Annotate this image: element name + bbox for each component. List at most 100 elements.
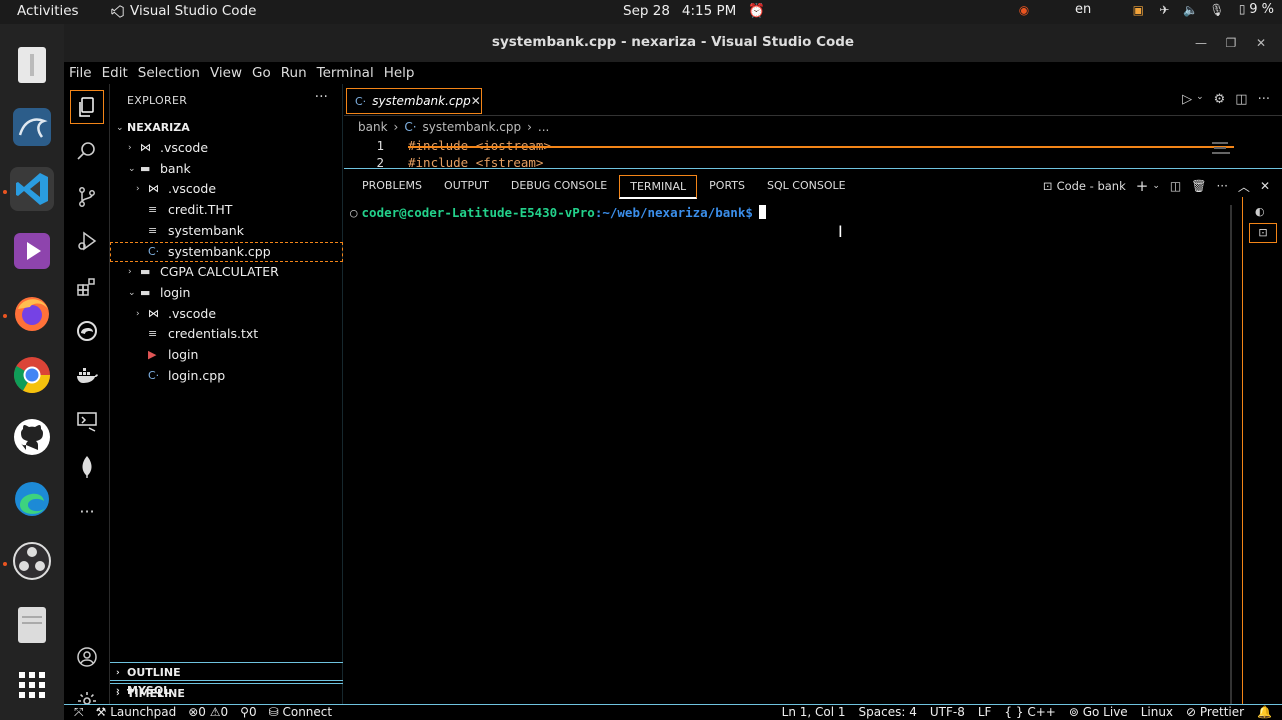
tree-item[interactable]: ▶ login bbox=[110, 345, 343, 365]
keyboard-language[interactable]: en bbox=[1075, 2, 1091, 17]
minimize-button[interactable]: — bbox=[1190, 32, 1212, 54]
app-menu[interactable]: Visual Studio Code bbox=[111, 3, 256, 19]
explorer-icon[interactable] bbox=[70, 90, 104, 124]
launchpad-item[interactable]: ⚒ Launchpad bbox=[96, 705, 177, 720]
screen-record-icon[interactable]: ▣ bbox=[1131, 3, 1145, 17]
extensions-icon[interactable] bbox=[70, 270, 104, 304]
dock-vscode[interactable] bbox=[10, 167, 54, 211]
editor-tab-systembank[interactable]: C· systembank.cpp ✕ bbox=[346, 88, 482, 114]
split-editor-icon[interactable]: ◫ bbox=[1235, 92, 1247, 107]
tree-item[interactable]: ≡ credentials.txt bbox=[110, 324, 343, 344]
dock-video-player[interactable] bbox=[10, 229, 54, 273]
settings-gear-icon[interactable]: ⚙ bbox=[1214, 92, 1226, 107]
tree-item[interactable]: ⌄ ▬ login bbox=[110, 283, 343, 303]
battery-indicator[interactable]: ▯ 9 % bbox=[1235, 2, 1274, 17]
bell-icon[interactable]: ◐ bbox=[1255, 205, 1265, 218]
edge-devtools-icon[interactable] bbox=[70, 314, 104, 348]
terminal-scrollbar[interactable] bbox=[1230, 205, 1232, 705]
indentation[interactable]: Spaces: 4 bbox=[859, 705, 917, 719]
dock-github-desktop[interactable] bbox=[10, 415, 54, 459]
show-applications-button[interactable] bbox=[10, 663, 54, 707]
tree-item[interactable]: › ⋈ .vscode bbox=[110, 304, 343, 324]
cursor-position[interactable]: Ln 1, Col 1 bbox=[782, 705, 846, 719]
more-views-icon[interactable]: ··· bbox=[70, 494, 104, 528]
menu-terminal[interactable]: Terminal bbox=[317, 62, 379, 84]
close-panel-icon[interactable]: ✕ bbox=[1260, 179, 1270, 193]
code-editor[interactable]: 1 #include <iostream> 2 #include <fstrea… bbox=[344, 138, 1254, 168]
breadcrumb-folder[interactable]: bank bbox=[358, 120, 388, 134]
dock-files[interactable] bbox=[10, 603, 54, 647]
ubuntu-indicator-icon[interactable]: ◉ bbox=[1017, 3, 1031, 17]
maximize-panel-icon[interactable]: ︿ bbox=[1238, 178, 1250, 195]
menu-view[interactable]: View bbox=[210, 62, 247, 84]
tree-item[interactable]: ⌄ ▬ bank bbox=[110, 159, 343, 179]
tree-item[interactable]: C· login.cpp bbox=[110, 366, 343, 386]
dock-edge[interactable] bbox=[10, 477, 54, 521]
accounts-icon[interactable] bbox=[70, 640, 104, 674]
more-actions-icon[interactable]: ··· bbox=[1216, 179, 1227, 193]
terminal-selector[interactable]: ⊡ Code - bank bbox=[1043, 179, 1126, 193]
dock-obs-studio[interactable] bbox=[10, 539, 54, 583]
terminal-output[interactable]: ○ coder@coder-Latitude-E5430-vPro:~/web/n… bbox=[350, 205, 766, 220]
tree-item[interactable]: › ⋈ .vscode bbox=[110, 138, 343, 158]
notifications-bell-icon[interactable]: 🔔 bbox=[1257, 705, 1272, 719]
mongodb-icon[interactable] bbox=[70, 450, 104, 484]
dock-mysql-workbench[interactable] bbox=[10, 105, 54, 149]
menu-go[interactable]: Go bbox=[252, 62, 276, 84]
encoding[interactable]: UTF-8 bbox=[930, 705, 965, 719]
kill-terminal-icon[interactable]: 🗑 bbox=[1191, 179, 1206, 193]
more-actions-icon[interactable]: ··· bbox=[1258, 92, 1270, 107]
terminal-instance-icon[interactable]: ⊡ bbox=[1249, 223, 1277, 243]
tree-item[interactable]: C· systembank.cpp bbox=[110, 241, 343, 262]
tree-item[interactable]: › ▬ CGPA CALCULATER bbox=[110, 262, 343, 282]
tree-item[interactable]: › ⋈ .vscode bbox=[110, 179, 343, 199]
minimap[interactable] bbox=[1210, 138, 1240, 164]
volume-icon[interactable]: 🔈 bbox=[1183, 3, 1198, 17]
prettier-item[interactable]: ⊘ Prettier bbox=[1186, 705, 1244, 719]
run-file-icon[interactable]: ▷ bbox=[1182, 92, 1192, 107]
split-terminal-icon[interactable]: ◫ bbox=[1170, 179, 1181, 193]
tab-terminal[interactable]: TERMINAL bbox=[619, 175, 698, 199]
docker-icon[interactable] bbox=[70, 358, 104, 392]
airplane-mode-icon[interactable]: ✈ bbox=[1157, 3, 1171, 17]
tab-debug-console[interactable]: DEBUG CONSOLE bbox=[501, 175, 617, 199]
dock-text-editor[interactable] bbox=[10, 43, 54, 87]
tree-item[interactable]: ≡ systembank bbox=[110, 221, 343, 241]
window-titlebar[interactable]: systembank.cpp - nexariza - Visual Studi… bbox=[64, 24, 1282, 62]
close-window-button[interactable]: ✕ bbox=[1250, 32, 1272, 54]
chevron-down-icon[interactable]: ⌄ bbox=[1152, 181, 1160, 191]
source-control-icon[interactable] bbox=[70, 180, 104, 214]
menu-run[interactable]: Run bbox=[281, 62, 312, 84]
search-icon[interactable] bbox=[70, 134, 104, 168]
menu-selection[interactable]: Selection bbox=[138, 62, 205, 84]
end-of-line[interactable]: LF bbox=[978, 705, 992, 719]
os-item[interactable]: Linux bbox=[1141, 705, 1173, 719]
run-dropdown-icon[interactable]: ⌄ bbox=[1196, 92, 1204, 107]
breadcrumb-symbol[interactable]: ... bbox=[538, 120, 549, 134]
language-mode[interactable]: { } C++ bbox=[1004, 705, 1055, 719]
menu-edit[interactable]: Edit bbox=[102, 62, 133, 84]
maximize-button[interactable]: ❐ bbox=[1220, 32, 1242, 54]
ports-item[interactable]: ⚲0 bbox=[240, 705, 256, 720]
dock-firefox[interactable] bbox=[10, 291, 54, 335]
workspace-root[interactable]: ⌄ NEXARIZA bbox=[110, 118, 343, 138]
system-tray[interactable]: ◉ en ▣ ✈ 🔈 🎙 ▯ 9 % bbox=[1017, 2, 1274, 17]
remote-explorer-icon[interactable] bbox=[70, 404, 104, 438]
breadcrumb-file[interactable]: systembank.cpp bbox=[423, 120, 522, 134]
tab-output[interactable]: OUTPUT bbox=[434, 175, 499, 199]
go-live-button[interactable]: ⊚ Go Live bbox=[1069, 705, 1128, 719]
problems-item[interactable]: ⊗0 ⚠0 bbox=[188, 705, 228, 720]
tab-problems[interactable]: PROBLEMS bbox=[352, 175, 432, 199]
tab-ports[interactable]: PORTS bbox=[699, 175, 755, 199]
mysql-section[interactable]: › MYSQL bbox=[110, 680, 343, 701]
close-tab-icon[interactable]: ✕ bbox=[471, 94, 481, 108]
explorer-more-actions[interactable]: ··· bbox=[315, 89, 328, 105]
dock-chrome[interactable] bbox=[10, 353, 54, 397]
connect-item[interactable]: ⛁ Connect bbox=[269, 705, 333, 720]
menu-file[interactable]: File bbox=[69, 62, 97, 84]
microphone-icon[interactable]: 🎙 bbox=[1209, 3, 1224, 17]
tab-sql-console[interactable]: SQL CONSOLE bbox=[757, 175, 856, 199]
run-debug-icon[interactable] bbox=[70, 224, 104, 258]
tree-item[interactable]: ≡ credit.THT bbox=[110, 200, 343, 220]
activities-button[interactable]: Activities bbox=[17, 3, 79, 19]
